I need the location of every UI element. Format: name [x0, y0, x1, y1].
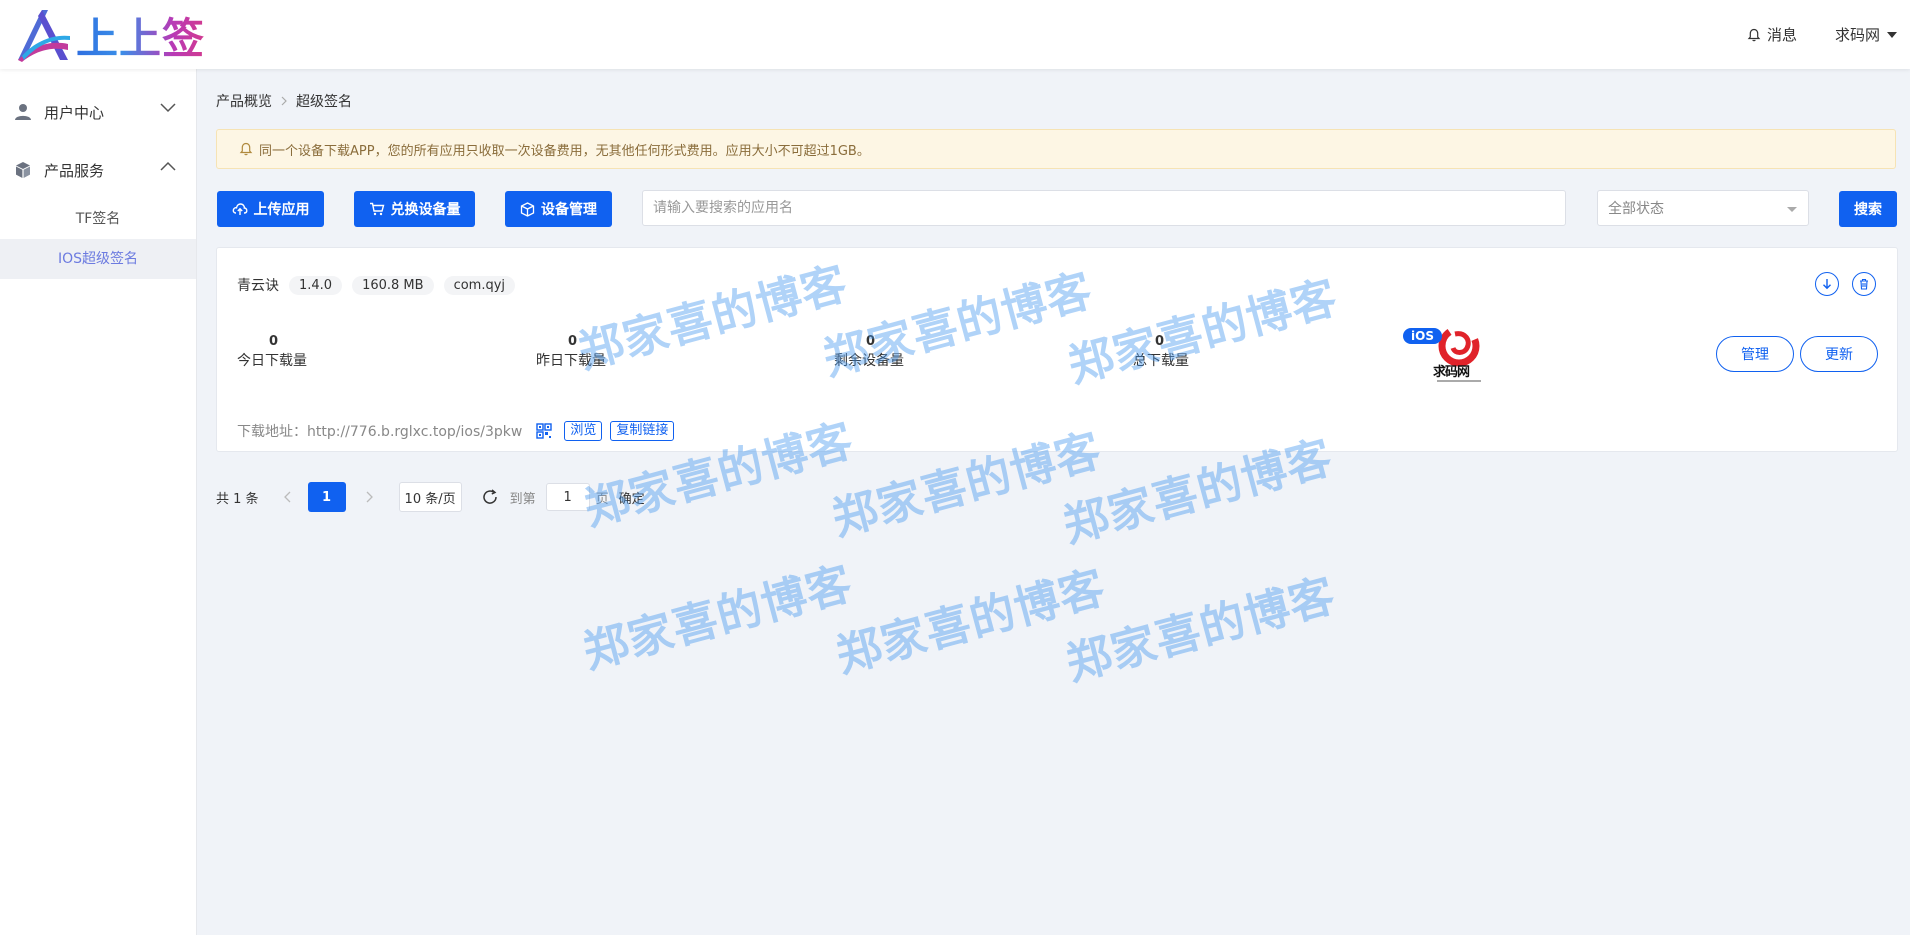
stat-label: 剩余设备量 — [834, 353, 904, 369]
top-header: 上上签 消息 求码网 — [0, 0, 1910, 69]
upload-app-label: 上传应用 — [253, 202, 310, 218]
sidebar-item-tf-sign[interactable]: TF签名 — [0, 199, 196, 239]
sidebar: 用户中心 产品服务 TF签名 IOS超级签名 — [0, 69, 197, 935]
logo-text: 上上签 — [76, 5, 205, 66]
app-version-tag: 1.4.0 — [289, 275, 343, 295]
device-management-label: 设备管理 — [541, 202, 597, 218]
page-button-current[interactable]: 1 — [307, 482, 346, 512]
breadcrumb-item-overview[interactable]: 产品概览 — [216, 91, 272, 111]
app-size-tag: 160.8 MB — [352, 275, 434, 295]
notice-banner: 同一个设备下载APP，您的所有应用只收取一次设备费用，无其他任何形式费用。应用大… — [216, 129, 1896, 169]
stat-label: 今日下载量 — [237, 353, 307, 369]
sidebar-group-product-services[interactable]: 产品服务 — [0, 141, 196, 199]
arrow-down-icon — [1823, 279, 1831, 290]
page-size-select[interactable]: 10 条/页 — [398, 482, 462, 512]
cart-icon — [369, 202, 384, 216]
goto-confirm-button[interactable]: 确定 — [619, 488, 645, 507]
download-url-label: 下载地址：http://776.b.rglxc.top/ios/3pkw — [237, 421, 522, 441]
download-button[interactable] — [1815, 272, 1839, 296]
bell-icon — [239, 142, 253, 156]
notifications-button[interactable]: 消息 — [1747, 24, 1797, 45]
trash-icon — [1860, 278, 1868, 290]
search-button-label: 搜索 — [1854, 202, 1882, 218]
user-menu[interactable]: 求码网 — [1835, 24, 1898, 45]
search-button[interactable]: 搜索 — [1839, 191, 1897, 227]
page-unit: 页 — [595, 491, 609, 507]
chevron-down-icon — [160, 103, 176, 113]
logo-mark-icon — [18, 10, 70, 62]
cloud-upload-icon — [232, 203, 248, 215]
download-url-prefix: 下载地址： — [237, 424, 307, 440]
watermark: 郑家喜的博客 — [577, 556, 858, 679]
notice-text: 同一个设备下载APP，您的所有应用只收取一次设备费用，无其他任何形式费用。应用大… — [259, 143, 870, 159]
device-management-button[interactable]: 设备管理 — [505, 191, 612, 227]
app-bundle-tag: com.qyj — [443, 275, 516, 295]
ios-badge: iOS — [1403, 328, 1442, 344]
stat-value: 0 — [269, 334, 279, 349]
qrcode-icon[interactable] — [536, 423, 553, 439]
sidebar-group-user-center[interactable]: 用户中心 — [0, 83, 196, 141]
stat-total-downloads: 0 总下载量 — [1133, 334, 1189, 370]
app-name: 青云诀 — [237, 278, 279, 294]
user-name: 求码网 — [1834, 26, 1880, 44]
breadcrumb: 产品概览 超级签名 — [216, 91, 352, 111]
stat-value: 0 — [866, 334, 876, 349]
goto-page-input[interactable]: 1 — [545, 483, 590, 511]
box-icon — [520, 201, 535, 217]
watermark: 郑家喜的博客 — [830, 560, 1111, 683]
caret-down-icon — [1887, 31, 1897, 38]
chevron-right-icon[interactable] — [364, 491, 374, 503]
breadcrumb-item-current: 超级签名 — [296, 94, 352, 110]
refresh-icon[interactable] — [481, 488, 499, 506]
app-card: 青云诀 1.4.0 160.8 MB com.qyj 0 今日下载量 0 昨日下… — [216, 247, 1898, 452]
stat-value: 0 — [568, 334, 578, 349]
chevron-left-icon[interactable] — [283, 491, 293, 503]
app-search-input[interactable] — [642, 190, 1566, 226]
stat-today-downloads: 0 今日下载量 — [237, 334, 307, 370]
delete-button[interactable] — [1852, 272, 1876, 296]
watermark: 郑家喜的博客 — [1060, 568, 1341, 691]
stat-value: 0 — [1155, 334, 1165, 349]
chevron-right-icon — [281, 96, 287, 106]
exchange-devices-button[interactable]: 兑换设备量 — [354, 191, 475, 227]
app-info-row: 青云诀 1.4.0 160.8 MB com.qyj — [237, 275, 516, 295]
cube-icon — [16, 162, 30, 178]
logo[interactable]: 上上签 — [14, 6, 205, 64]
user-icon — [15, 104, 31, 120]
download-url-row: 下载地址：http://776.b.rglxc.top/ios/3pkw 浏览 … — [237, 421, 675, 441]
pagination: 共 1 条 1 10 条/页 到第 1 页 确定 — [216, 482, 645, 512]
app-icon-text: 求码网 — [1433, 365, 1470, 380]
stat-remaining-devices: 0 剩余设备量 — [834, 334, 904, 370]
notifications-label: 消息 — [1766, 26, 1797, 44]
sidebar-group-label: 用户中心 — [44, 103, 105, 122]
stat-label: 昨日下载量 — [536, 353, 606, 369]
update-button[interactable]: 更新 — [1800, 336, 1878, 372]
browse-button[interactable]: 浏览 — [564, 421, 603, 441]
stat-yesterday-downloads: 0 昨日下载量 — [536, 334, 606, 370]
chevron-up-icon — [160, 161, 176, 171]
status-select-value: 全部状态 — [1608, 201, 1664, 217]
pagination-total: 共 1 条 — [216, 491, 259, 507]
exchange-devices-label: 兑换设备量 — [390, 202, 461, 218]
goto-label: 到第 — [509, 491, 536, 507]
bell-icon — [1747, 28, 1761, 41]
sidebar-group-label: 产品服务 — [44, 161, 105, 180]
caret-down-icon — [1787, 207, 1797, 212]
stat-label: 总下载量 — [1133, 353, 1189, 369]
manage-button[interactable]: 管理 — [1716, 336, 1794, 372]
copy-link-button[interactable]: 复制链接 — [610, 421, 675, 441]
upload-app-button[interactable]: 上传应用 — [217, 191, 324, 227]
sidebar-item-ios-super-sign[interactable]: IOS超级签名 — [0, 239, 196, 279]
status-select[interactable]: 全部状态 — [1597, 190, 1809, 226]
download-url[interactable]: http://776.b.rglxc.top/ios/3pkw — [307, 424, 522, 440]
